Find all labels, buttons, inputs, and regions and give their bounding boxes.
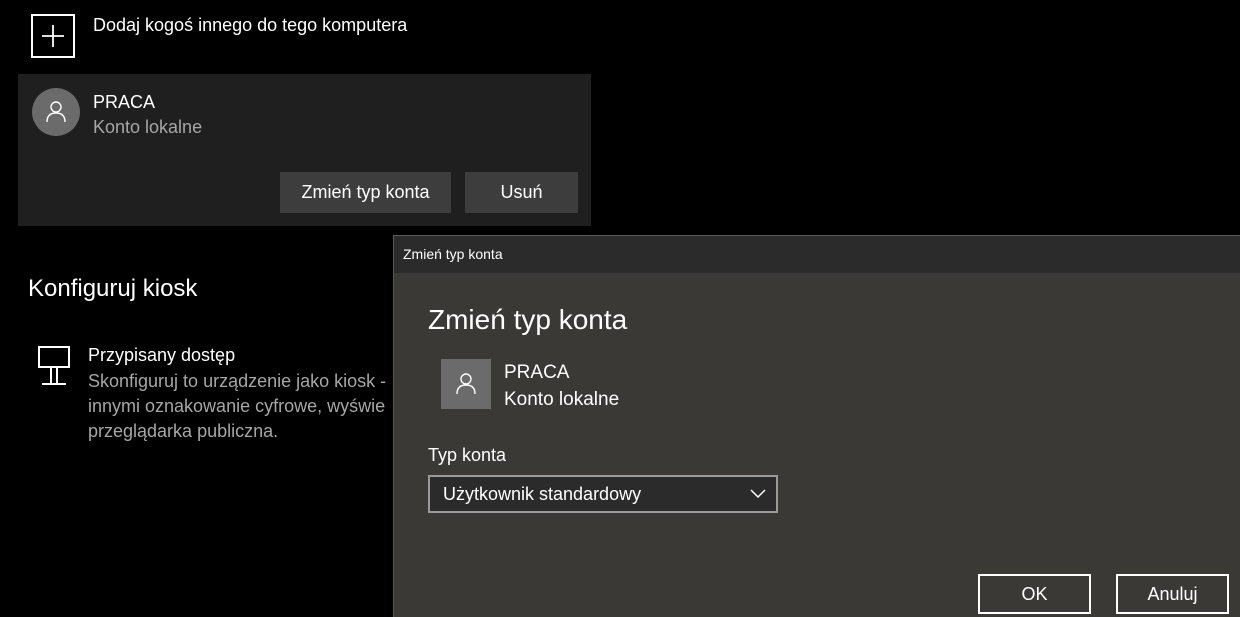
dialog-heading: Zmień typ konta [428,304,628,335]
kiosk-icon [38,346,70,391]
avatar [441,359,491,409]
person-icon [46,101,66,123]
dialog-account-type: Konto lokalne [504,389,620,410]
plus-icon [31,14,75,58]
settings-page: Dodaj kogoś innego do tego komputera PRA… [0,0,1240,617]
person-icon [456,373,476,395]
change-account-type-button[interactable]: Zmień typ konta [280,172,451,213]
dialog-titlebar[interactable]: Zmień typ konta [394,236,1240,273]
ok-button[interactable]: OK [978,574,1091,614]
kiosk-section-title: Konfiguruj kiosk [28,275,198,302]
account-type-dropdown[interactable]: Użytkownik standardowy [428,475,778,513]
assigned-access-link[interactable]: Przypisany dostęp [88,344,235,366]
cancel-button[interactable]: Anuluj [1116,574,1229,614]
chevron-down-icon [750,489,766,499]
add-user-button[interactable]: Dodaj kogoś innego do tego komputera [31,0,407,62]
account-type-selected-value: Użytkownik standardowy [443,484,642,504]
change-account-type-dialog: Zmień typ konta Zmień typ konta PRACA Ko… [393,235,1240,617]
account-type-label: Typ konta [428,445,507,465]
assigned-access-description: Skonfiguruj to urządzenie jako kiosk - i… [88,371,387,441]
add-user-label: Dodaj kogoś innego do tego komputera [93,15,408,35]
account-type: Konto lokalne [93,117,203,137]
dialog-account-name: PRACA [504,362,570,383]
avatar [32,88,80,136]
account-name: PRACA [93,92,156,112]
account-card[interactable]: PRACA Konto lokalne Zmień typ konta Usuń [18,74,591,226]
remove-account-button[interactable]: Usuń [465,172,578,213]
